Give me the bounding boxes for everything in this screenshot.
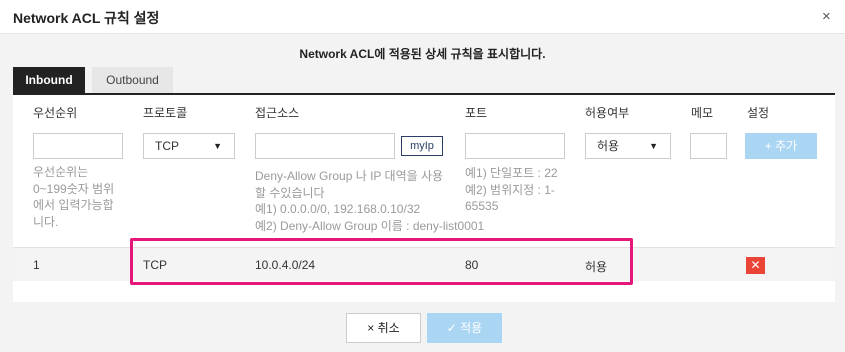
rule-source: 10.0.4.0/24	[255, 258, 316, 272]
column-priority: 우선순위	[33, 106, 78, 120]
add-rule-button[interactable]: + 추가	[745, 133, 817, 159]
tab-outbound[interactable]: Outbound	[92, 67, 173, 93]
help-line: Deny-Allow Group 나 IP 대역을 사용	[255, 169, 444, 183]
myip-button[interactable]: myIp	[401, 136, 443, 156]
source-input[interactable]	[255, 133, 395, 159]
apply-button[interactable]: ✓ 적용	[427, 313, 502, 343]
rule-protocol: TCP	[143, 258, 167, 272]
table-row	[13, 248, 835, 281]
column-source: 접근소스	[255, 106, 300, 120]
rules-panel: 우선순위 프로토콜 접근소스 포트 허용여부 메모 설정 TCP ▼ myIp …	[13, 93, 835, 302]
rule-allow: 허용	[585, 260, 608, 274]
help-line: 65535	[465, 199, 499, 213]
priority-help: 우선순위는 0~199숫자 범위 에서 입력가능합 니다.	[33, 164, 114, 230]
allow-select-value: 허용	[597, 139, 620, 153]
column-allow: 허용여부	[585, 106, 630, 120]
priority-input[interactable]	[33, 133, 123, 159]
dialog-description: Network ACL에 적용된 상세 규칙을 표시합니다.	[299, 47, 546, 61]
close-icon[interactable]: ×	[822, 9, 831, 24]
help-line: 할 수있습니다	[255, 185, 325, 200]
help-line: 니다.	[33, 214, 59, 229]
help-line: 예1) 단일포트 : 22	[465, 166, 558, 180]
caret-down-icon: ▼	[213, 141, 222, 151]
cancel-button[interactable]: × 취소	[346, 313, 421, 343]
help-line: 예2) Deny-Allow Group 이름 : deny-list0001	[255, 218, 485, 233]
dialog-title: Network ACL 규칙 설정	[13, 10, 160, 26]
port-help: 예1) 단일포트 : 22 예2) 범위지정 : 1- 65535	[465, 165, 558, 215]
tab-inbound[interactable]: Inbound	[13, 67, 85, 93]
column-protocol: 프로토콜	[143, 106, 188, 120]
protocol-select[interactable]: TCP ▼	[143, 133, 235, 159]
help-line: 0~199숫자 범위	[33, 181, 115, 196]
rule-port: 80	[465, 258, 479, 272]
help-line: 예1) 0.0.0.0/0, 192.168.0.10/32	[255, 202, 421, 216]
help-line: 에서 입력가능합	[33, 198, 114, 212]
protocol-select-value: TCP	[155, 139, 179, 153]
column-memo: 메모	[691, 106, 714, 120]
delete-rule-icon[interactable]: ✕	[746, 257, 765, 274]
source-help: Deny-Allow Group 나 IP 대역을 사용 할 수있습니다 예1)…	[255, 168, 484, 234]
help-line: 우선순위는	[33, 165, 89, 179]
column-port: 포트	[465, 106, 488, 120]
memo-input[interactable]	[690, 133, 727, 159]
port-input[interactable]	[465, 133, 565, 159]
allow-select[interactable]: 허용 ▼	[585, 133, 671, 159]
column-settings: 설정	[747, 106, 770, 120]
help-line: 예2) 범위지정 : 1-	[465, 182, 555, 197]
caret-down-icon: ▼	[649, 141, 658, 151]
dialog-header: Network ACL 규칙 설정 ×	[0, 0, 845, 34]
rule-priority: 1	[33, 258, 40, 272]
